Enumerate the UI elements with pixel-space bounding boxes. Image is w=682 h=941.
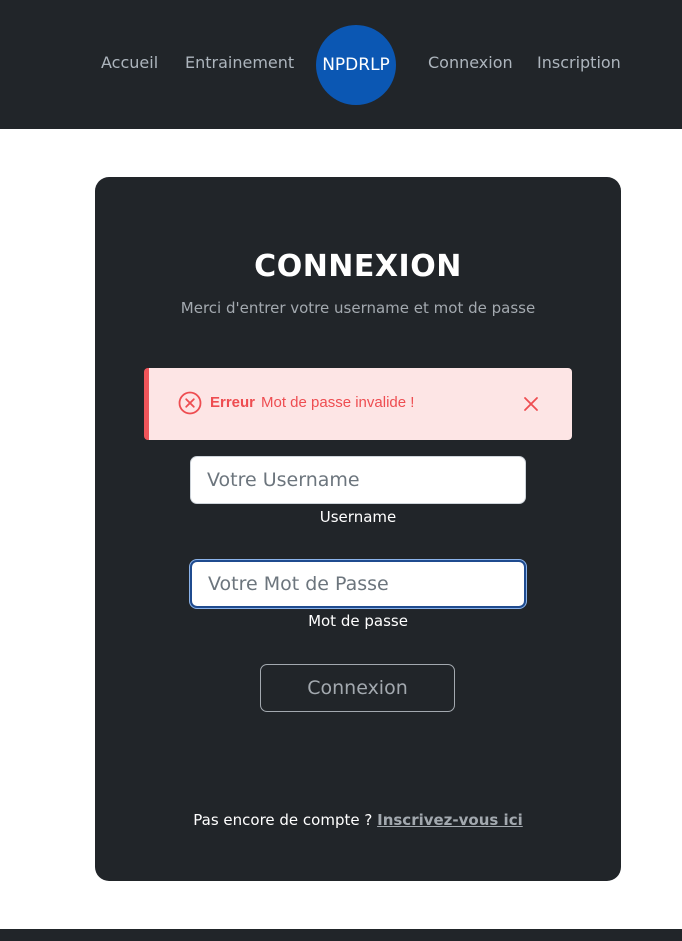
logo[interactable]: NPDRLP — [316, 25, 396, 105]
nav-link-entrainement[interactable]: Entrainement — [185, 52, 294, 74]
username-label: Username — [319, 508, 397, 526]
password-label: Mot de passe — [308, 612, 408, 630]
signup-prompt: Pas encore de compte ? — [193, 811, 373, 829]
login-card: CONNEXION Merci d'entrer votre username … — [95, 177, 621, 881]
signup-link[interactable]: Inscrivez-vous ici — [377, 811, 523, 829]
x-circle-icon — [178, 391, 202, 415]
login-button[interactable]: Connexion — [260, 664, 455, 712]
alert-title: Erreur — [210, 394, 256, 411]
username-input[interactable] — [190, 456, 526, 504]
alert-message: Mot de passe invalide ! — [261, 394, 415, 411]
nav-link-connexion[interactable]: Connexion — [428, 52, 513, 74]
error-alert: Erreur Mot de passe invalide ! — [144, 368, 572, 440]
footer — [0, 929, 682, 941]
page-title: CONNEXION — [254, 249, 462, 284]
page-subtitle: Merci d'entrer votre username et mot de … — [180, 299, 536, 317]
nav-link-inscription[interactable]: Inscription — [537, 52, 621, 74]
close-icon[interactable] — [521, 394, 541, 414]
top-navbar: Accueil Entrainement NPDRLP Connexion In… — [0, 0, 682, 129]
password-input[interactable] — [190, 560, 526, 608]
nav-link-accueil[interactable]: Accueil — [101, 52, 158, 74]
signup-prompt-row: Pas encore de compte ? Inscrivez-vous ic… — [95, 811, 621, 829]
